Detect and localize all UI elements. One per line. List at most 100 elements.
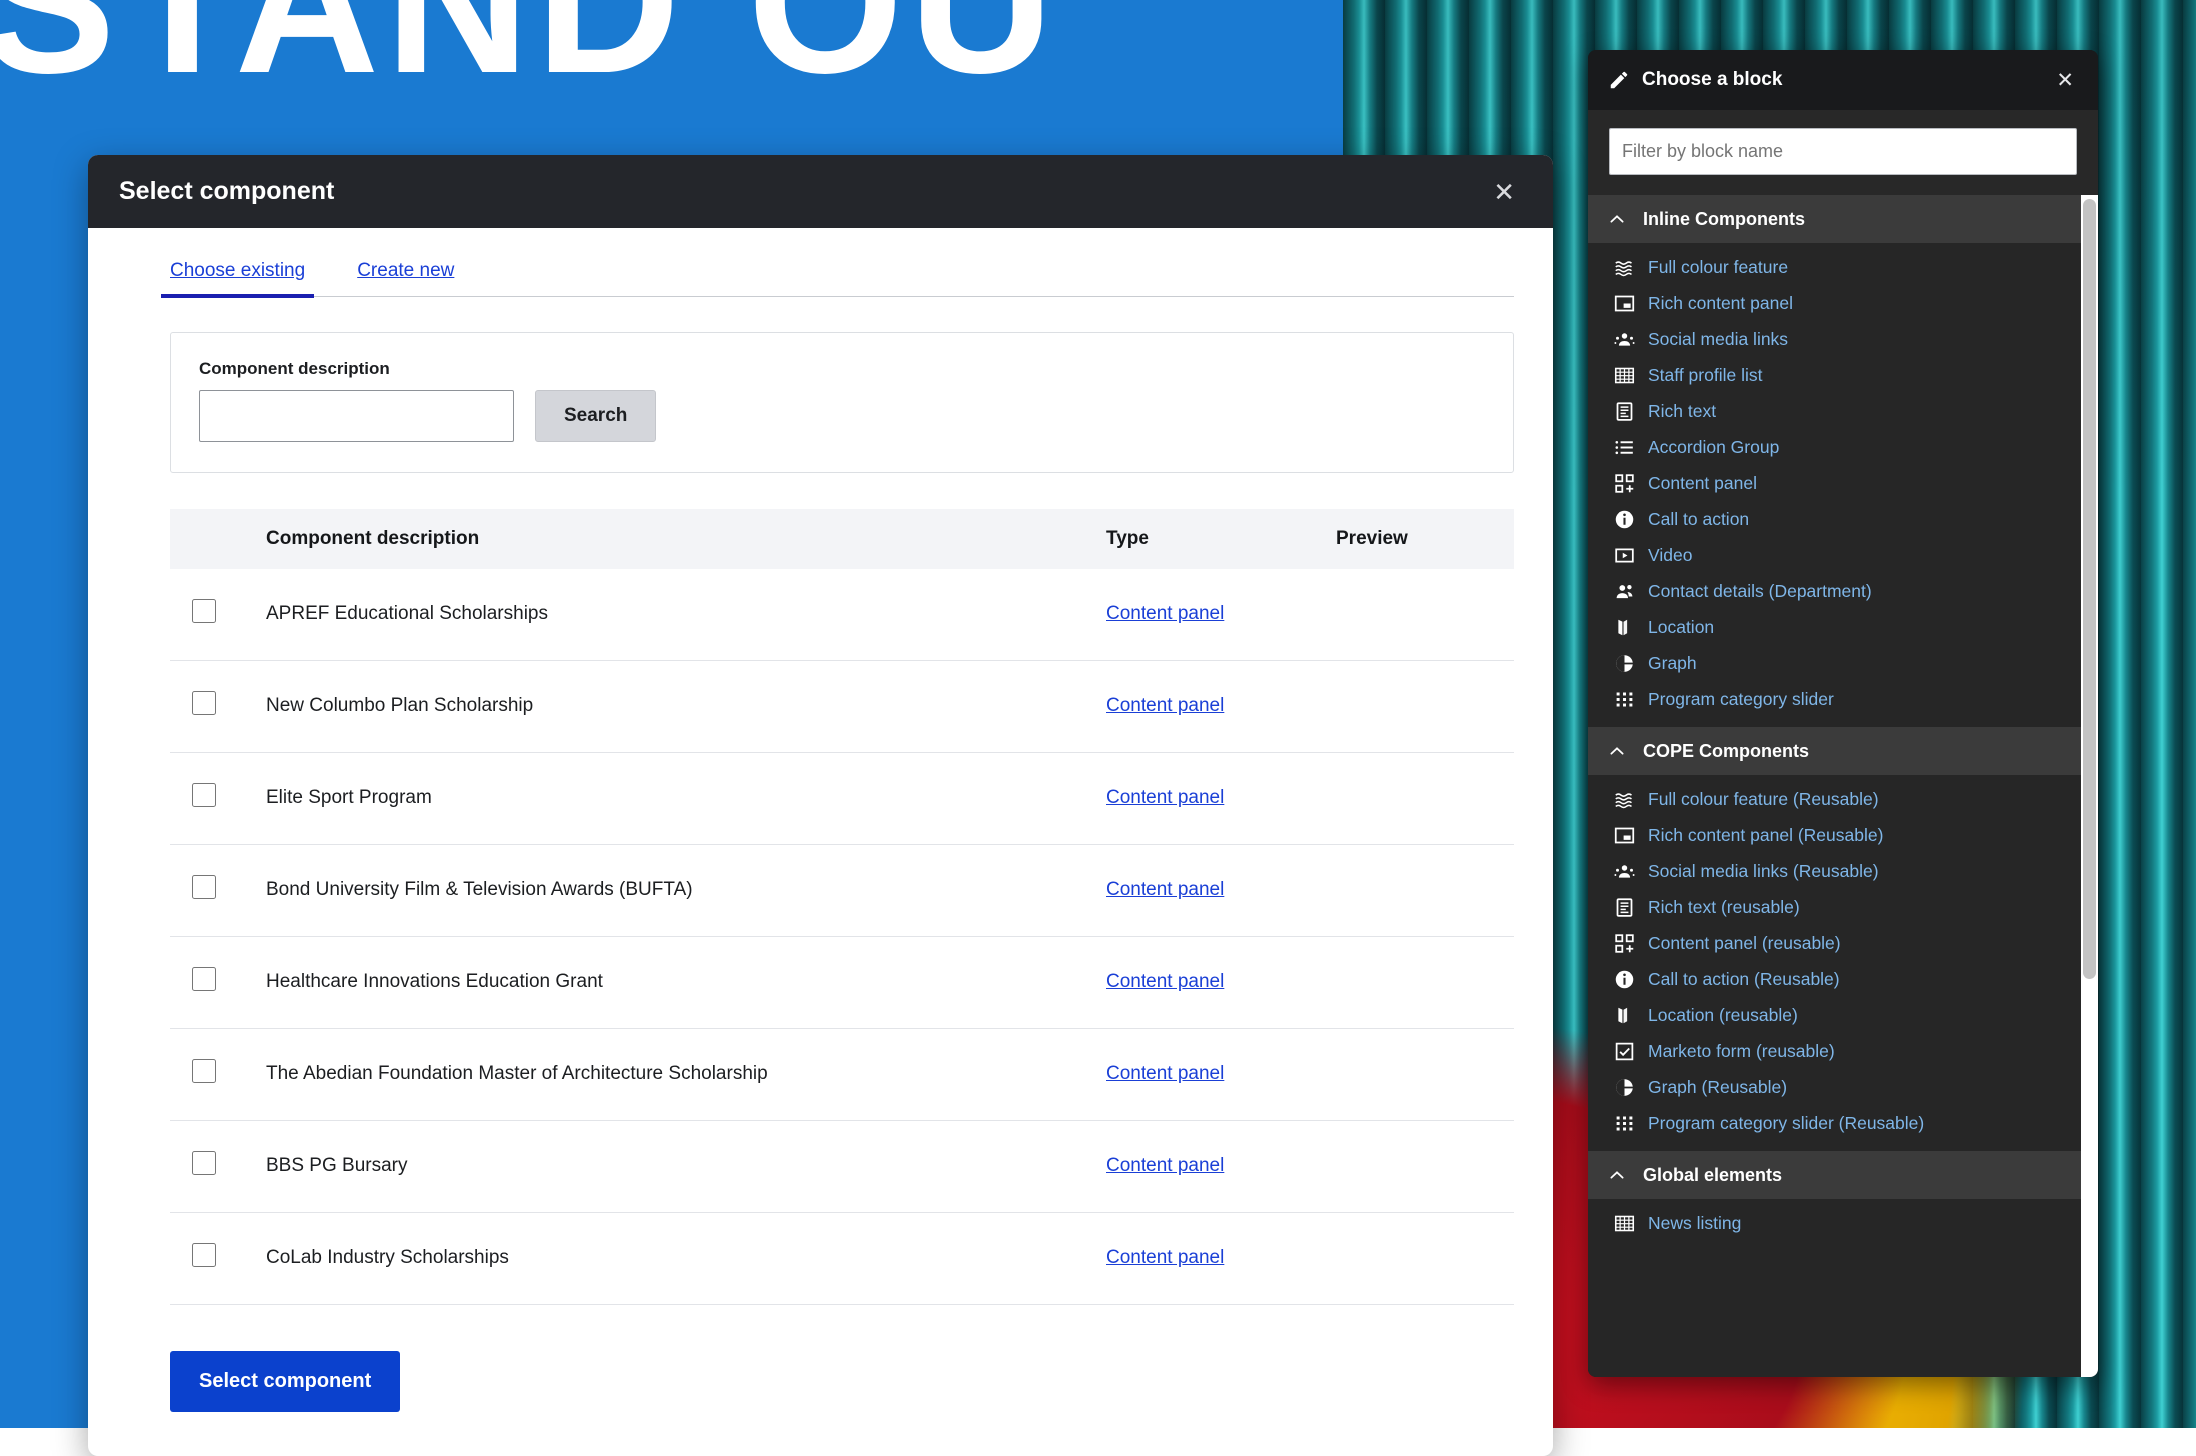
block-list-item[interactable]: Social media links (Reusable) <box>1588 853 2098 889</box>
row-type-cell: Content panel <box>1106 753 1336 845</box>
row-checkbox[interactable] <box>192 1243 216 1267</box>
modal-header: Select component ✕ <box>88 155 1553 228</box>
block-list-item[interactable]: Rich text <box>1588 393 2098 429</box>
people-icon <box>1613 328 1635 350</box>
block-list-item[interactable]: Graph <box>1588 645 2098 681</box>
block-list-item-label: Full colour feature <box>1648 257 1788 278</box>
row-type-cell: Content panel <box>1106 937 1336 1029</box>
row-checkbox-cell <box>170 1213 266 1305</box>
row-type-link[interactable]: Content panel <box>1106 1247 1224 1268</box>
block-list-item[interactable]: Location (reusable) <box>1588 997 2098 1033</box>
tab-create-new[interactable]: Create new <box>357 260 454 296</box>
dots-grid-icon <box>1613 1112 1635 1134</box>
people-icon <box>1613 860 1635 882</box>
component-description-input[interactable] <box>199 390 514 442</box>
block-list-item[interactable]: News listing <box>1588 1205 2098 1241</box>
block-list-item[interactable]: Graph (Reusable) <box>1588 1069 2098 1105</box>
row-type-cell: Content panel <box>1106 569 1336 661</box>
row-type-link[interactable]: Content panel <box>1106 1063 1224 1084</box>
grid-table-icon <box>1613 364 1635 386</box>
block-list-item-label: Full colour feature (Reusable) <box>1648 789 1879 810</box>
block-list-item-label: Program category slider (Reusable) <box>1648 1113 1924 1134</box>
row-type-link[interactable]: Content panel <box>1106 603 1224 624</box>
row-type-cell: Content panel <box>1106 661 1336 753</box>
block-list-scroll[interactable]: Inline Components Full colour feature Rich… <box>1588 195 2098 1377</box>
table-row: BBS PG BursaryContent panel <box>170 1121 1514 1213</box>
block-list-item-label: Contact details (Department) <box>1648 581 1872 602</box>
block-section-title: COPE Components <box>1643 741 1809 762</box>
block-list-item-label: Location <box>1648 617 1714 638</box>
row-preview-cell <box>1336 937 1514 1029</box>
block-list-item-label: Rich content panel <box>1648 293 1793 314</box>
block-list-item[interactable]: Program category slider <box>1588 681 2098 717</box>
block-list-item-label: Rich text <box>1648 401 1716 422</box>
row-checkbox[interactable] <box>192 599 216 623</box>
map-icon <box>1613 1004 1635 1026</box>
row-preview-cell <box>1336 845 1514 937</box>
row-preview-cell <box>1336 753 1514 845</box>
row-description: New Columbo Plan Scholarship <box>266 661 1106 753</box>
close-icon[interactable]: ✕ <box>1485 173 1523 211</box>
scrollbar-thumb[interactable] <box>2083 199 2096 979</box>
block-list-item[interactable]: Accordion Group <box>1588 429 2098 465</box>
search-button[interactable]: Search <box>535 390 656 442</box>
row-type-link[interactable]: Content panel <box>1106 1155 1224 1176</box>
block-section-header[interactable]: Inline Components <box>1588 195 2098 243</box>
row-checkbox[interactable] <box>192 1059 216 1083</box>
select-component-button[interactable]: Select component <box>170 1351 400 1412</box>
list-icon <box>1613 436 1635 458</box>
block-list-item-label: Social media links (Reusable) <box>1648 861 1879 882</box>
row-type-link[interactable]: Content panel <box>1106 879 1224 900</box>
block-section-title: Global elements <box>1643 1165 1782 1186</box>
block-list-item-label: Video <box>1648 545 1692 566</box>
component-description-label: Component description <box>199 359 1485 379</box>
select-component-modal: Select component ✕ Choose existing Creat… <box>88 155 1553 1456</box>
chevron-up-icon <box>1608 210 1626 228</box>
block-filter-input[interactable] <box>1609 128 2077 175</box>
block-list-item[interactable]: Contact details (Department) <box>1588 573 2098 609</box>
header-type: Type <box>1106 509 1336 569</box>
block-list-item[interactable]: Full colour feature <box>1588 249 2098 285</box>
map-icon <box>1613 616 1635 638</box>
row-preview-cell <box>1336 661 1514 753</box>
row-checkbox-cell <box>170 569 266 661</box>
row-type-link[interactable]: Content panel <box>1106 971 1224 992</box>
block-list-item[interactable]: Program category slider (Reusable) <box>1588 1105 2098 1141</box>
block-list-item[interactable]: Full colour feature (Reusable) <box>1588 781 2098 817</box>
block-list-item[interactable]: Call to action <box>1588 501 2098 537</box>
row-checkbox[interactable] <box>192 783 216 807</box>
block-list-item[interactable]: Video <box>1588 537 2098 573</box>
people-group-icon <box>1613 580 1635 602</box>
close-icon[interactable]: ✕ <box>2050 66 2080 95</box>
results-table-head: Component description Type Preview <box>170 509 1514 569</box>
block-list-item[interactable]: Rich content panel (Reusable) <box>1588 817 2098 853</box>
scrollbar-track[interactable] <box>2081 195 2098 1377</box>
document-text-icon <box>1613 896 1635 918</box>
row-checkbox[interactable] <box>192 691 216 715</box>
table-row: Bond University Film & Television Awards… <box>170 845 1514 937</box>
block-list-item[interactable]: Rich content panel <box>1588 285 2098 321</box>
block-list-item[interactable]: Content panel <box>1588 465 2098 501</box>
block-list-item[interactable]: Location <box>1588 609 2098 645</box>
table-row: CoLab Industry ScholarshipsContent panel <box>170 1213 1514 1305</box>
block-list-item[interactable]: Staff profile list <box>1588 357 2098 393</box>
row-checkbox[interactable] <box>192 1151 216 1175</box>
row-description: The Abedian Foundation Master of Archite… <box>266 1029 1106 1121</box>
block-list-item[interactable]: Call to action (Reusable) <box>1588 961 2098 997</box>
block-list-item[interactable]: Social media links <box>1588 321 2098 357</box>
block-list-item-label: Rich content panel (Reusable) <box>1648 825 1883 846</box>
block-section-header[interactable]: COPE Components <box>1588 727 2098 775</box>
block-section-header[interactable]: Global elements <box>1588 1151 2098 1199</box>
row-type-link[interactable]: Content panel <box>1106 695 1224 716</box>
row-checkbox[interactable] <box>192 967 216 991</box>
row-description: CoLab Industry Scholarships <box>266 1213 1106 1305</box>
block-list-item[interactable]: Content panel (reusable) <box>1588 925 2098 961</box>
row-type-link[interactable]: Content panel <box>1106 787 1224 808</box>
block-list-item-label: Call to action (Reusable) <box>1648 969 1840 990</box>
block-list-item[interactable]: Marketo form (reusable) <box>1588 1033 2098 1069</box>
block-list-item[interactable]: Rich text (reusable) <box>1588 889 2098 925</box>
row-checkbox[interactable] <box>192 875 216 899</box>
dots-grid-icon <box>1613 688 1635 710</box>
tab-choose-existing[interactable]: Choose existing <box>170 260 305 296</box>
chevron-up-icon <box>1608 1166 1626 1184</box>
